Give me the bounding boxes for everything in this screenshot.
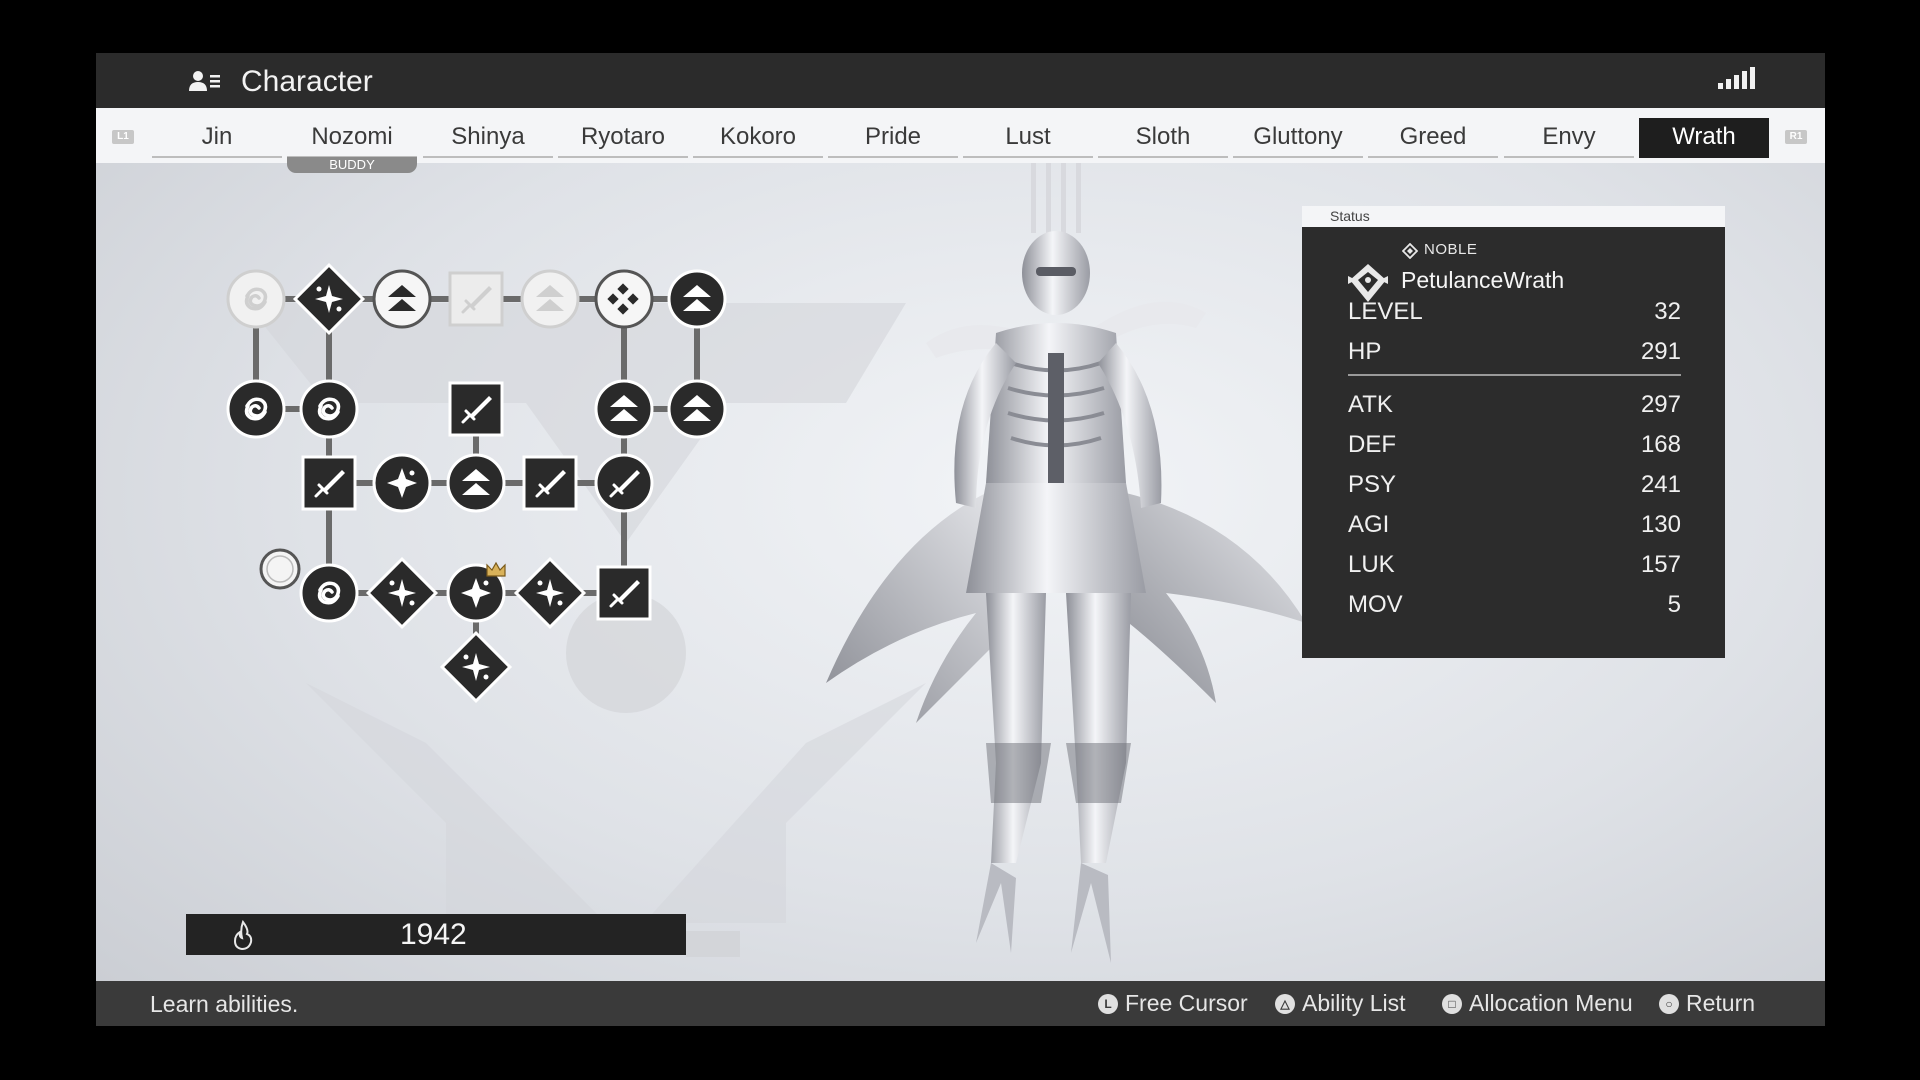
- skill-tree: [226, 262, 727, 704]
- tab-wrath[interactable]: Wrath: [1639, 118, 1769, 158]
- skill-node-sword-learned[interactable]: [448, 381, 504, 437]
- tab-sloth[interactable]: Sloth: [1098, 118, 1228, 158]
- help-text: Learn abilities.: [150, 991, 299, 1017]
- skill-node-spark-diamond[interactable]: [365, 556, 439, 630]
- skill-node-up-locked[interactable]: [520, 269, 580, 329]
- ability-list-control[interactable]: △ Ability List: [1275, 990, 1406, 1017]
- l-stick-icon: L: [1098, 993, 1118, 1014]
- demon-race: NOBLE: [1424, 241, 1478, 258]
- stat-value: 291: [1640, 338, 1681, 365]
- stat-value: 157: [1640, 551, 1681, 578]
- stat-divider: [1348, 374, 1681, 376]
- tab-lust[interactable]: Lust: [963, 118, 1093, 158]
- demon-model-image: [826, 163, 1306, 963]
- triangle-button-icon: △: [1275, 993, 1295, 1014]
- stat-label: MOV: [1348, 591, 1403, 618]
- square-button-icon: □: [1442, 993, 1462, 1014]
- status-header: Status: [1302, 206, 1725, 227]
- skill-node-swirl[interactable]: [226, 269, 286, 329]
- stat-label: DEF: [1348, 431, 1396, 458]
- stat-value: 297: [1640, 391, 1681, 418]
- stat-value: 130: [1640, 511, 1681, 538]
- stat-atk: ATK 297: [1348, 391, 1681, 421]
- free-cursor-control[interactable]: L Free Cursor: [1098, 990, 1248, 1017]
- stat-value: 5: [1667, 591, 1681, 618]
- skill-node-sword-learned[interactable]: [301, 455, 357, 511]
- demon-name: PetulanceWrath: [1401, 267, 1565, 293]
- stat-mov: MOV 5: [1348, 591, 1681, 621]
- signal-strength-icon: [1718, 67, 1755, 89]
- stat-label: HP: [1348, 338, 1382, 365]
- tab-envy[interactable]: Envy: [1504, 118, 1634, 158]
- stat-def: DEF 168: [1348, 431, 1681, 461]
- ability-points-bar: 1942: [186, 914, 686, 955]
- tab-gluttony[interactable]: Gluttony: [1233, 118, 1363, 158]
- skill-node-swirl-learned[interactable]: [226, 379, 286, 439]
- race-diamond-icon: [1402, 243, 1418, 259]
- stat-label: LUK: [1348, 551, 1395, 578]
- control-label: Ability List: [1302, 990, 1406, 1016]
- stat-label: LEVEL: [1348, 298, 1423, 325]
- skill-node-quad[interactable]: [594, 269, 654, 329]
- stat-hp: HP 291: [1348, 338, 1681, 368]
- stat-label: AGI: [1348, 511, 1390, 538]
- tab-greed[interactable]: Greed: [1368, 118, 1498, 158]
- crown-icon: [486, 561, 506, 577]
- flame-icon: [233, 920, 253, 950]
- skill-node-swirl-learned[interactable]: [299, 379, 359, 439]
- circle-button-icon: ○: [1659, 993, 1679, 1014]
- skill-node-spark-diamond[interactable]: [439, 630, 513, 704]
- return-control[interactable]: ○ Return: [1659, 990, 1755, 1017]
- control-label: Return: [1686, 990, 1756, 1016]
- skill-node-star-learned[interactable]: [372, 453, 432, 513]
- stat-agi: AGI 130: [1348, 511, 1681, 541]
- skill-node-swirl-learned[interactable]: [299, 563, 359, 623]
- skill-node-up-learned[interactable]: [667, 379, 727, 439]
- stat-value: 32: [1654, 298, 1681, 325]
- skill-node-star-diamond[interactable]: [292, 262, 366, 336]
- skill-node-sword-learned[interactable]: [596, 565, 652, 621]
- skill-node-up-learned[interactable]: [594, 379, 654, 439]
- skill-node-up-learned[interactable]: [446, 453, 506, 513]
- skill-node-spark-diamond[interactable]: [513, 556, 587, 630]
- status-panel: Status NOBLE PetulanceWrath LEVEL 32 HP 29…: [1302, 206, 1725, 658]
- stat-value: 168: [1640, 431, 1681, 458]
- ability-points-value: 1942: [400, 918, 467, 951]
- skill-node-up[interactable]: [372, 269, 432, 329]
- stat-label: PSY: [1348, 471, 1397, 498]
- control-label: Free Cursor: [1125, 990, 1248, 1016]
- stat-level: LEVEL 32: [1348, 298, 1681, 328]
- points-bar-tail: [686, 931, 740, 957]
- skill-node-sword-locked[interactable]: [448, 271, 504, 327]
- skill-node-sword-round[interactable]: [594, 453, 654, 513]
- r1-button-icon[interactable]: R1: [1785, 130, 1807, 144]
- game-screen: Character L1 Jin Nozomi Shinya Ryotaro K…: [96, 53, 1825, 1026]
- control-label: Allocation Menu: [1469, 990, 1633, 1016]
- bottom-bar: Learn abilities. L Free Cursor △ Ability…: [96, 981, 1825, 1026]
- skill-node-up-learned[interactable]: [667, 269, 727, 329]
- stat-luk: LUK 157: [1348, 551, 1681, 581]
- stat-psy: PSY 241: [1348, 471, 1681, 501]
- stat-value: 241: [1640, 471, 1681, 498]
- allocation-menu-control[interactable]: □ Allocation Menu: [1442, 990, 1633, 1017]
- skill-node-sword-learned[interactable]: [522, 455, 578, 511]
- selection-cursor[interactable]: [259, 548, 301, 590]
- stat-label: ATK: [1348, 391, 1393, 418]
